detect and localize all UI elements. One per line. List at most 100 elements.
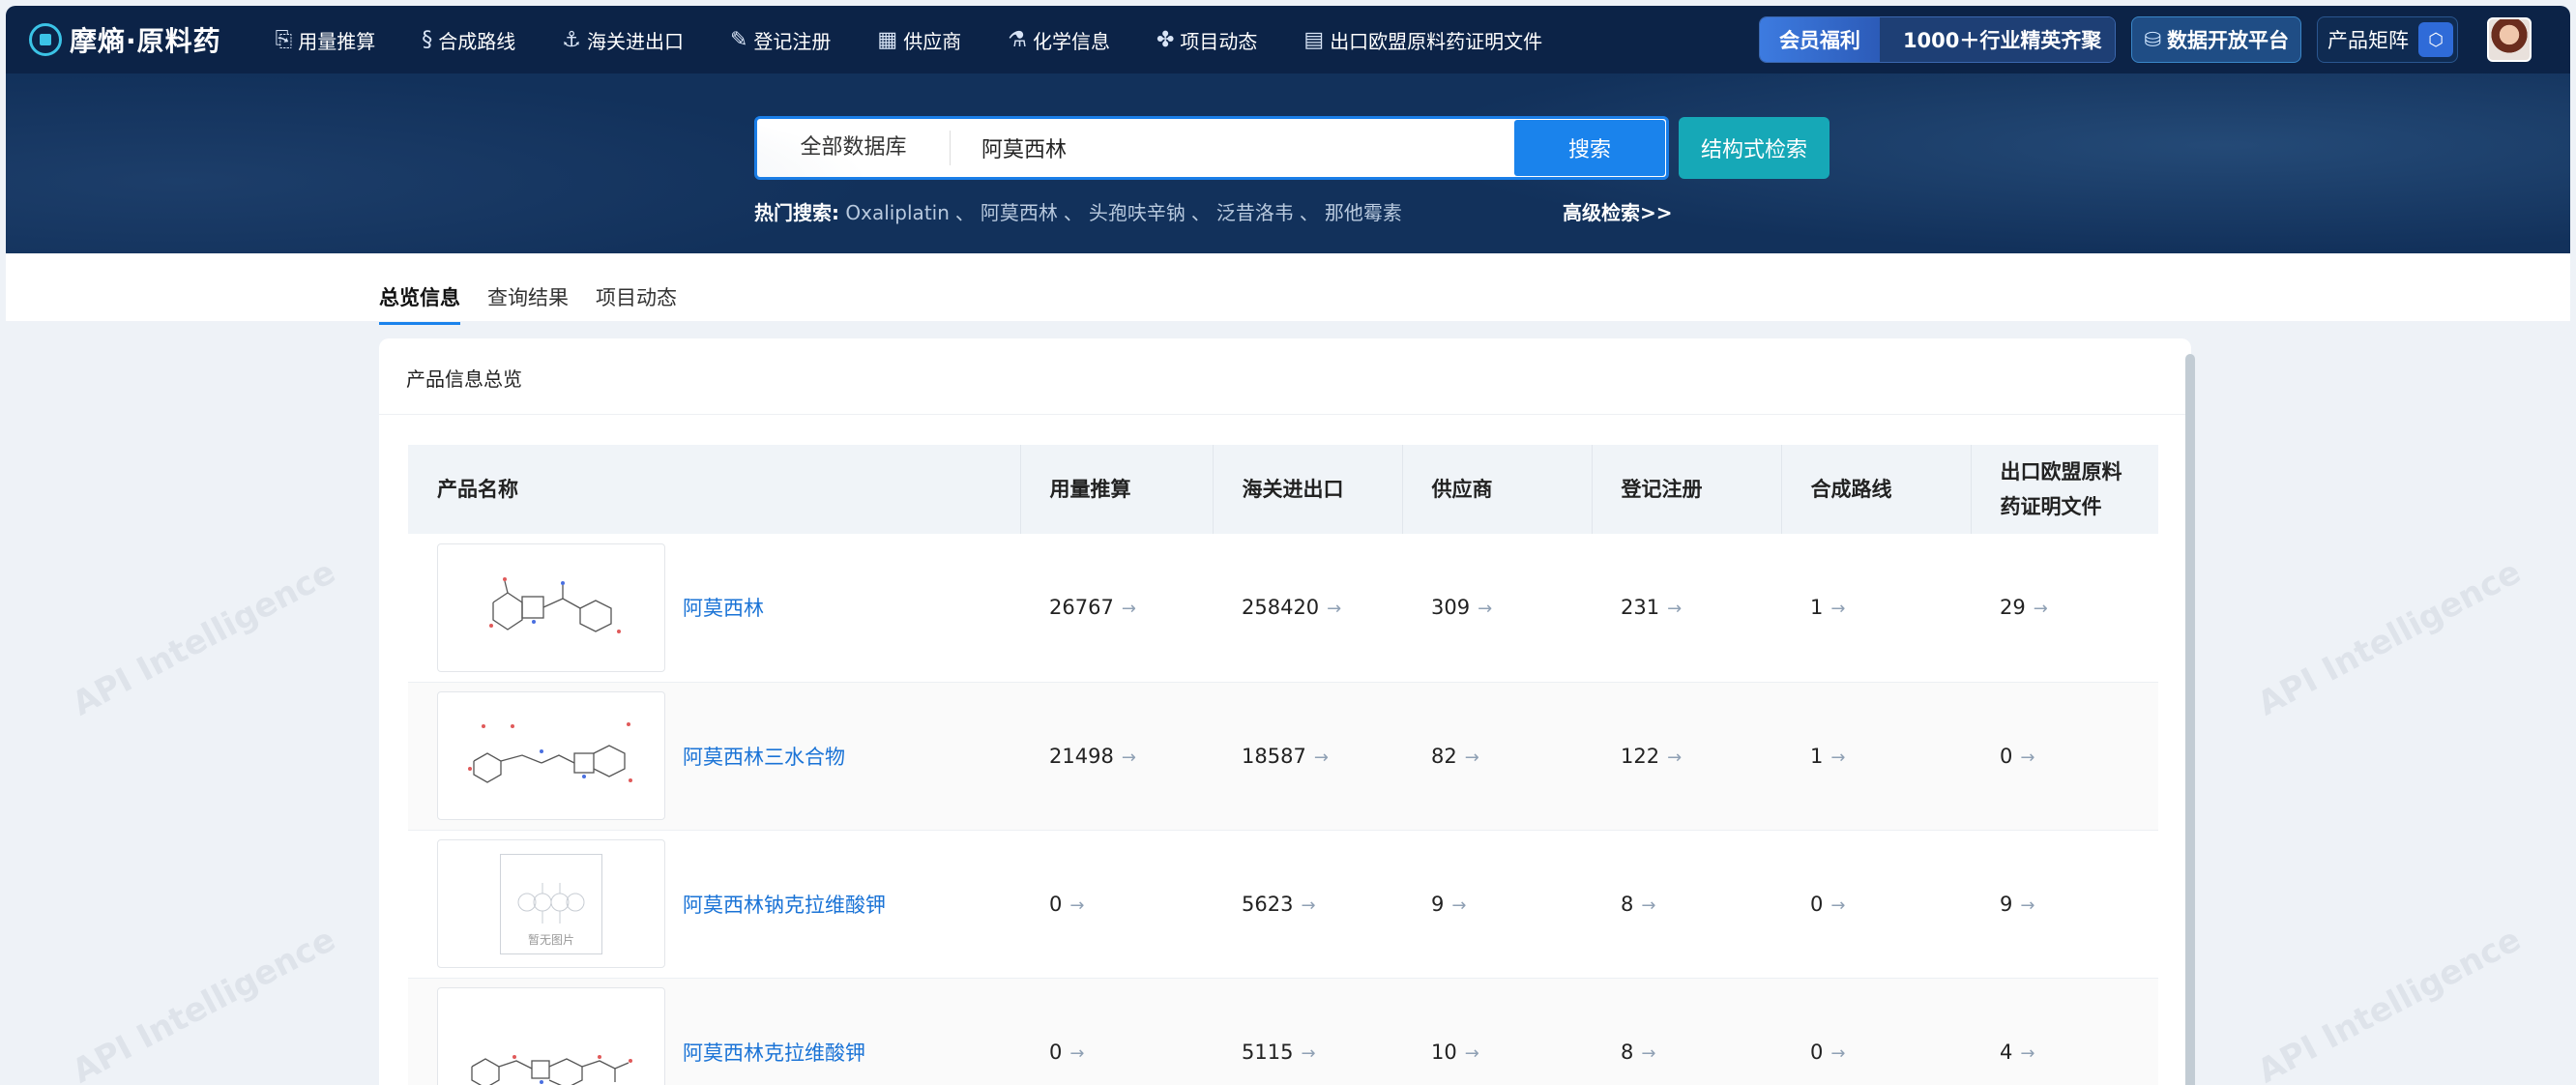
- search-button[interactable]: 搜索: [1514, 120, 1665, 176]
- data-platform-button[interactable]: ⛁ 数据开放平台: [2131, 16, 2301, 63]
- arrow-right-icon: →: [1830, 894, 1846, 916]
- hot-search-term[interactable]: 阿莫西林: [981, 201, 1058, 224]
- tab-projects[interactable]: 项目动态: [596, 282, 677, 311]
- panel-title: 产品信息总览: [406, 367, 522, 391]
- nav-item-dosage[interactable]: ⎘ 用量推算: [276, 26, 376, 54]
- arrow-right-icon: →: [1830, 1042, 1846, 1064]
- arrow-right-icon: →: [1069, 894, 1085, 916]
- dosage-count[interactable]: 21498 →: [1049, 745, 1136, 768]
- hot-search-label: 热门搜索:: [754, 201, 839, 224]
- nav-item-registration[interactable]: ✎ 登记注册: [730, 26, 831, 54]
- platform-icon: ⛁: [2144, 28, 2161, 51]
- search-box: 全部数据库 搜索: [754, 116, 1669, 180]
- synthesis-count[interactable]: 0 →: [1810, 893, 1845, 916]
- search-input[interactable]: [951, 119, 1514, 177]
- arrow-right-icon: →: [1069, 1042, 1085, 1064]
- customs-count[interactable]: 5623 →: [1242, 893, 1316, 916]
- arrow-right-icon: →: [1464, 1042, 1479, 1064]
- eu-cert-count[interactable]: 0 →: [2000, 745, 2034, 768]
- scrollbar[interactable]: [2185, 354, 2195, 1085]
- customs-count[interactable]: 18587 →: [1242, 745, 1329, 768]
- eu-cert-count[interactable]: 9 →: [2000, 893, 2034, 916]
- hot-search-term[interactable]: Oxaliplatin: [845, 201, 950, 224]
- vip-banner[interactable]: 会员福利 1000＋行业精英齐聚: [1758, 16, 2117, 63]
- nav-item-projects[interactable]: ✤ 项目动态: [1156, 26, 1257, 54]
- tab-overview[interactable]: 总览信息: [379, 282, 460, 325]
- arrow-right-icon: →: [1667, 747, 1683, 768]
- product-overview-panel: 产品信息总览 产品名称 用量推算 海关进出口 供应商 登记注册 合成路线 出口欧…: [379, 338, 2195, 1085]
- watermark: API Intelligence: [66, 920, 342, 1085]
- molecule-structure-icon: [489, 577, 621, 634]
- structure-thumbnail[interactable]: [437, 542, 665, 672]
- structure-thumbnail[interactable]: [437, 987, 665, 1085]
- dosage-count[interactable]: 0 →: [1049, 893, 1084, 916]
- nav-item-eu-cert[interactable]: ▤ 出口欧盟原料药证明文件: [1303, 26, 1542, 54]
- arrow-right-icon: →: [1301, 1042, 1316, 1064]
- structure-search-button[interactable]: 结构式检索: [1679, 117, 1830, 179]
- search-banner: 全部数据库 搜索 结构式检索 热门搜索: Oxaliplatin、阿莫西林、头孢…: [6, 73, 2570, 253]
- registration-count[interactable]: 231 →: [1621, 596, 1682, 619]
- arrow-right-icon: →: [1641, 1042, 1656, 1064]
- synthesis-count[interactable]: 1 →: [1810, 596, 1845, 619]
- product-table: 产品名称 用量推算 海关进出口 供应商 登记注册 合成路线 出口欧盟原料药证明文…: [408, 445, 2158, 1085]
- nav-menu: ⎘ 用量推算 § 合成路线 ⚓ 海关进出口 ✎ 登记注册 ▦ 供应商 ⚗ 化学信息 ✤ 项目动…: [276, 26, 1590, 54]
- arrow-right-icon: →: [1478, 599, 1493, 620]
- nav-item-supplier[interactable]: ▦ 供应商: [877, 26, 961, 54]
- placeholder-structure-icon: [517, 882, 585, 924]
- registration-count[interactable]: 8 →: [1621, 1041, 1655, 1064]
- registration-count[interactable]: 122 →: [1621, 745, 1682, 768]
- avatar[interactable]: [2487, 17, 2532, 62]
- hot-search-term[interactable]: 头孢呋辛钠: [1089, 201, 1186, 224]
- product-name-link[interactable]: 阿莫西林三水合物: [683, 742, 845, 771]
- nav-item-customs[interactable]: ⚓ 海关进出口: [562, 26, 684, 54]
- table-row: 阿莫西林 26767 → 258420 → 309 → 231 → 1 → 29 →: [408, 534, 2158, 682]
- arrow-right-icon: →: [2020, 894, 2035, 916]
- route-icon: §: [422, 27, 433, 52]
- column-header: 合成路线: [1781, 445, 1972, 534]
- hot-search-term[interactable]: 泛昔洛韦: [1216, 201, 1294, 224]
- product-name-link[interactable]: 阿莫西林: [683, 593, 764, 622]
- structure-thumbnail[interactable]: [437, 691, 665, 820]
- supplier-count[interactable]: 309 →: [1431, 596, 1492, 619]
- no-image-placeholder: 暂无图片: [500, 853, 602, 954]
- advanced-search-link[interactable]: 高级检索>>: [1563, 197, 1673, 225]
- supplier-count[interactable]: 9 →: [1431, 893, 1466, 916]
- arrow-right-icon: →: [1641, 894, 1656, 916]
- dosage-count[interactable]: 0 →: [1049, 1041, 1084, 1064]
- supplier-icon: ▦: [877, 27, 898, 52]
- activity-icon: ✤: [1156, 27, 1175, 52]
- table-row: 阿莫西林克拉维酸钾 0 → 5115 → 10 → 8 → 0 → 4 →: [408, 978, 2158, 1085]
- eu-cert-count[interactable]: 4 →: [2000, 1041, 2034, 1064]
- arrow-right-icon: →: [1327, 599, 1342, 620]
- database-scope-select[interactable]: 全部数据库: [757, 131, 951, 165]
- nav-right-actions: 会员福利 1000＋行业精英齐聚 ⛁ 数据开放平台 产品矩阵 ⬡: [1758, 15, 2532, 64]
- nav-item-chemistry[interactable]: ⚗ 化学信息: [1008, 26, 1110, 54]
- vip-promo: 1000＋行业精英齐聚: [1879, 17, 2116, 62]
- watermark: API Intelligence: [2251, 920, 2528, 1085]
- supplier-count[interactable]: 10 →: [1431, 1041, 1479, 1064]
- dosage-count[interactable]: 26767 →: [1049, 596, 1136, 619]
- eu-cert-count[interactable]: 29 →: [2000, 596, 2048, 619]
- watermark: API Intelligence: [2251, 552, 2528, 724]
- synthesis-count[interactable]: 0 →: [1810, 1041, 1845, 1064]
- customs-count[interactable]: 5115 →: [1242, 1041, 1316, 1064]
- arrow-right-icon: →: [1830, 599, 1846, 620]
- customs-count[interactable]: 258420 →: [1242, 596, 1341, 619]
- product-name-link[interactable]: 阿莫西林克拉维酸钾: [683, 1038, 865, 1067]
- table-row: 阿莫西林三水合物 21498 → 18587 → 82 → 122 → 1 → 0 →: [408, 682, 2158, 830]
- hot-search-term[interactable]: 那他霉素: [1325, 201, 1402, 224]
- product-matrix-button[interactable]: 产品矩阵 ⬡: [2317, 16, 2458, 63]
- supplier-count[interactable]: 82 →: [1431, 745, 1479, 768]
- column-header: 用量推算: [1020, 445, 1214, 534]
- registration-count[interactable]: 8 →: [1621, 893, 1655, 916]
- flask-icon: ⚗: [1008, 27, 1027, 52]
- brand-logo[interactable]: 摩熵·原料药: [29, 20, 221, 59]
- structure-thumbnail[interactable]: 暂无图片: [437, 839, 665, 968]
- watermark: API Intelligence: [66, 552, 342, 724]
- synthesis-count[interactable]: 1 →: [1810, 745, 1845, 768]
- tab-results[interactable]: 查询结果: [487, 282, 569, 311]
- cube-icon: ⬡: [2418, 22, 2453, 57]
- product-name-link[interactable]: 阿莫西林钠克拉维酸钾: [683, 890, 886, 919]
- molecule-structure-icon: [468, 721, 632, 783]
- nav-item-synthesis[interactable]: § 合成路线: [422, 26, 515, 54]
